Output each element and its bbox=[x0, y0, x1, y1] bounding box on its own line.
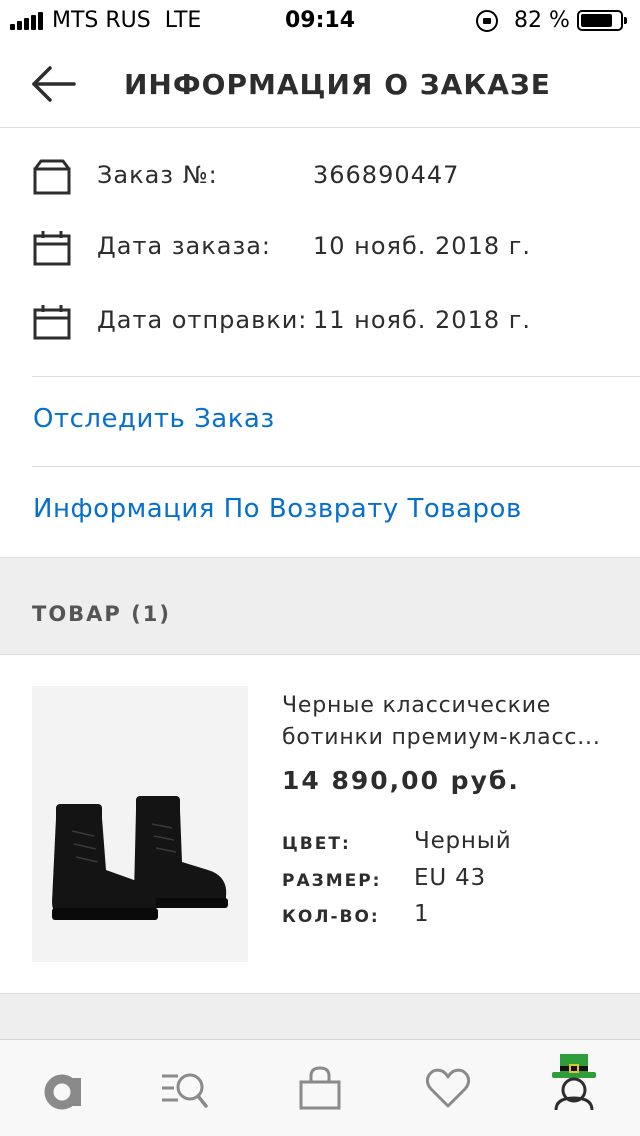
returns-info-link[interactable]: Информация По Возврату Товаров bbox=[33, 494, 522, 524]
search-icon[interactable] bbox=[160, 1064, 208, 1112]
heart-icon[interactable] bbox=[424, 1064, 472, 1112]
order-date-label: Дата заказа: bbox=[97, 232, 271, 260]
track-order-link[interactable]: Отследить Заказ bbox=[33, 404, 275, 434]
ship-date-value: 11 нояб. 2018 г. bbox=[313, 306, 531, 334]
order-date-row: Дата заказа: 10 нояб. 2018 г. bbox=[0, 218, 640, 278]
quantity-value: 1 bbox=[414, 901, 430, 927]
divider bbox=[32, 466, 640, 467]
box-icon bbox=[33, 159, 71, 195]
order-number-label: Заказ №: bbox=[97, 161, 218, 189]
product-image[interactable] bbox=[32, 686, 248, 962]
divider bbox=[32, 376, 640, 377]
profile-icon[interactable] bbox=[548, 1052, 604, 1112]
battery-icon bbox=[577, 10, 627, 31]
section-spacer bbox=[0, 993, 640, 1039]
status-bar: MTS RUS LTE 09:14 82 % bbox=[0, 0, 640, 42]
battery-percent: 82 % bbox=[514, 8, 570, 33]
items-section-title: ТОВАР (1) bbox=[32, 602, 171, 626]
rotation-lock-icon bbox=[476, 10, 498, 32]
product-name[interactable]: Черные классические ботинки премиум-клас… bbox=[282, 690, 622, 754]
size-label: РАЗМЕР: bbox=[282, 871, 382, 891]
arrow-left-icon[interactable] bbox=[30, 64, 78, 104]
bag-icon[interactable] bbox=[296, 1064, 344, 1112]
calendar-icon bbox=[33, 305, 71, 340]
order-number-row: Заказ №: 366890447 bbox=[0, 147, 640, 207]
tab-bar bbox=[0, 1039, 640, 1136]
color-label: ЦВЕТ: bbox=[282, 834, 351, 854]
nav-header: ИНФОРМАЦИЯ О ЗАКАЗЕ bbox=[0, 42, 640, 128]
order-number-value: 366890447 bbox=[313, 161, 460, 189]
page-title: ИНФОРМАЦИЯ О ЗАКАЗЕ bbox=[124, 68, 551, 101]
calendar-icon bbox=[33, 231, 71, 266]
quantity-label: КОЛ-ВО: bbox=[282, 907, 380, 927]
ship-date-row: Дата отправки: 11 нояб. 2018 г. bbox=[0, 292, 640, 352]
ship-date-label: Дата отправки: bbox=[97, 306, 308, 334]
items-section-header: ТОВАР (1) bbox=[0, 557, 640, 655]
color-value: Черный bbox=[414, 828, 512, 854]
order-date-value: 10 нояб. 2018 г. bbox=[313, 232, 531, 260]
product-price: 14 890,00 руб. bbox=[282, 766, 520, 795]
size-value: EU 43 bbox=[414, 865, 486, 891]
home-a-icon[interactable] bbox=[40, 1064, 88, 1112]
